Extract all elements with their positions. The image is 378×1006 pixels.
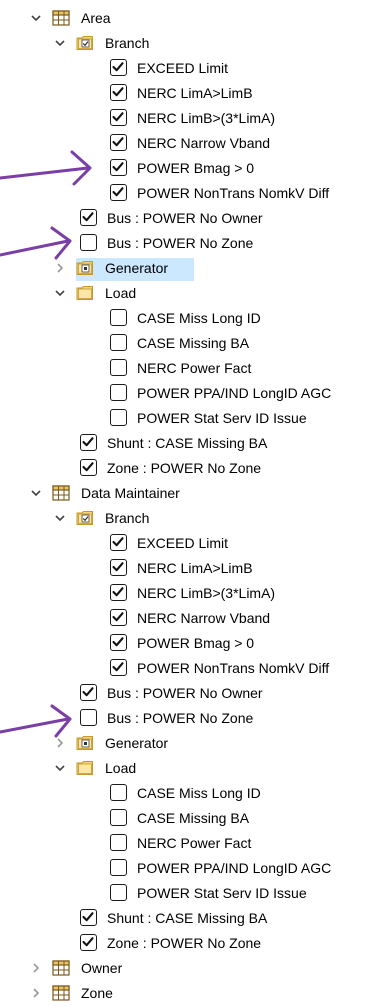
arrow-icon: [0, 150, 92, 186]
annotation-arrows: [0, 150, 92, 738]
arrow-icon: [0, 226, 72, 260]
arrow-icon: [0, 704, 72, 738]
